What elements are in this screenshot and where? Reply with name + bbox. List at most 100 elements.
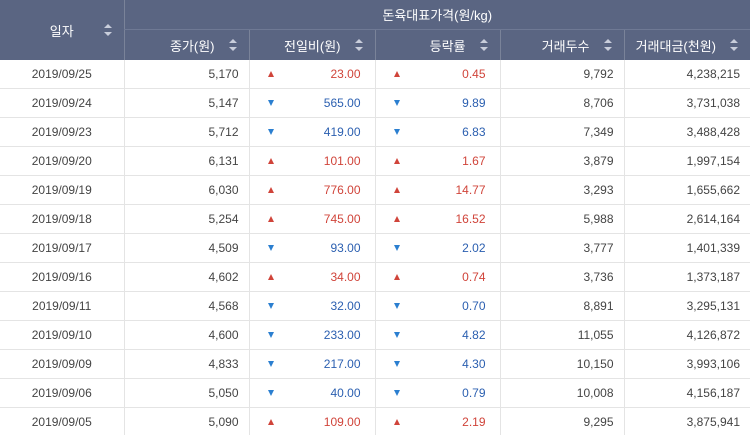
cell-amount: 2,614,164: [623, 204, 750, 234]
cell-diff: 233.00: [248, 320, 375, 350]
cell-rate: 16.52: [374, 204, 500, 234]
triangle-down-icon: [393, 100, 400, 106]
cell-date: 2019/09/05: [0, 407, 124, 435]
cell-rate: 2.19: [374, 407, 500, 435]
column-header-amount-label: 거래대금(천원): [635, 38, 716, 54]
cell-diff: 93.00: [248, 233, 375, 263]
sort-icon[interactable]: [730, 39, 738, 51]
cell-diff-value: 745.00: [323, 212, 361, 226]
cell-rate-value: 14.77: [455, 183, 486, 197]
cell-diff-value: 23.00: [330, 67, 361, 81]
cell-diff: 23.00: [248, 60, 375, 89]
cell-date: 2019/09/19: [0, 175, 124, 205]
sort-icon[interactable]: [354, 39, 363, 51]
cell-close: 6,030: [123, 175, 249, 205]
cell-volume: 9,295: [499, 407, 624, 435]
cell-close: 5,090: [123, 407, 249, 435]
cell-close: 5,050: [123, 378, 249, 408]
column-header-amount[interactable]: 거래대금(천원): [623, 29, 750, 60]
sort-icon[interactable]: [479, 39, 488, 51]
cell-volume: 9,792: [499, 60, 624, 89]
table-row: 2019/09/06 5,050 40.00 0.79 10,008 4,156,187: [0, 378, 750, 408]
column-header-close[interactable]: 종가(원): [123, 29, 249, 60]
cell-close: 4,600: [123, 320, 249, 350]
cell-rate: 14.77: [374, 175, 500, 205]
column-header-volume[interactable]: 거래두수: [499, 29, 624, 60]
cell-amount: 3,731,038: [623, 88, 750, 118]
cell-volume: 10,008: [499, 378, 624, 408]
table-row: 2019/09/19 6,030 776.00 14.77 3,293 1,655,662: [0, 175, 750, 205]
sort-icon[interactable]: [103, 24, 112, 36]
cell-date: 2019/09/18: [0, 204, 124, 234]
triangle-down-icon: [393, 332, 400, 338]
cell-amount: 3,295,131: [623, 291, 750, 321]
sort-icon[interactable]: [603, 39, 612, 51]
cell-date: 2019/09/17: [0, 233, 124, 263]
cell-volume: 8,891: [499, 291, 624, 321]
cell-rate: 0.45: [374, 60, 500, 89]
cell-amount: 1,997,154: [623, 146, 750, 176]
cell-diff: 565.00: [248, 88, 375, 118]
cell-rate: 0.70: [374, 291, 500, 321]
column-header-close-label: 종가(원): [169, 38, 215, 54]
cell-close: 4,509: [123, 233, 249, 263]
cell-diff: 101.00: [248, 146, 375, 176]
cell-close: 5,254: [123, 204, 249, 234]
cell-diff: 776.00: [248, 175, 375, 205]
triangle-down-icon: [267, 245, 274, 251]
cell-diff-value: 34.00: [330, 270, 361, 284]
cell-rate-value: 0.45: [462, 67, 486, 81]
price-table-container: 일자 돈육대표가격(원/kg) 종가(원) 전일비(원) 등락률 거래두수 거래…: [0, 0, 750, 435]
table-row: 2019/09/24 5,147 565.00 9.89 8,706 3,731,038: [0, 88, 750, 118]
table-row: 2019/09/16 4,602 34.00 0.74 3,736 1,373,187: [0, 262, 750, 292]
triangle-down-icon: [267, 129, 274, 135]
cell-rate-value: 0.79: [462, 386, 486, 400]
triangle-up-icon: [267, 158, 274, 164]
table-row: 2019/09/25 5,170 23.00 0.45 9,792 4,238,215: [0, 60, 750, 89]
cell-diff-value: 101.00: [323, 154, 361, 168]
cell-close: 5,170: [123, 60, 249, 89]
cell-amount: 3,488,428: [623, 117, 750, 147]
cell-diff: 419.00: [248, 117, 375, 147]
column-header-volume-label: 거래두수: [541, 38, 590, 54]
cell-date: 2019/09/06: [0, 378, 124, 408]
cell-amount: 4,126,872: [623, 320, 750, 350]
triangle-down-icon: [267, 332, 274, 338]
cell-diff-value: 109.00: [323, 415, 361, 429]
cell-rate-value: 2.19: [462, 415, 486, 429]
cell-date: 2019/09/25: [0, 60, 124, 89]
cell-diff-value: 419.00: [323, 125, 361, 139]
pork-price-table: 일자 돈육대표가격(원/kg) 종가(원) 전일비(원) 등락률 거래두수 거래…: [0, 0, 750, 435]
triangle-up-icon: [267, 419, 274, 425]
triangle-up-icon: [393, 274, 400, 280]
table-header: 일자 돈육대표가격(원/kg) 종가(원) 전일비(원) 등락률 거래두수 거래…: [0, 0, 750, 60]
cell-diff: 40.00: [248, 378, 375, 408]
triangle-up-icon: [267, 216, 274, 222]
cell-diff-value: 32.00: [330, 299, 361, 313]
cell-amount: 3,993,106: [623, 349, 750, 379]
cell-date: 2019/09/20: [0, 146, 124, 176]
cell-rate-value: 6.83: [462, 125, 486, 139]
column-header-date[interactable]: 일자: [0, 0, 124, 60]
cell-rate-value: 2.02: [462, 241, 486, 255]
table-row: 2019/09/09 4,833 217.00 4.30 10,150 3,993,106: [0, 349, 750, 379]
cell-close: 5,147: [123, 88, 249, 118]
table-row: 2019/09/20 6,131 101.00 1.67 3,879 1,997,154: [0, 146, 750, 176]
cell-diff-value: 776.00: [323, 183, 361, 197]
cell-volume: 3,293: [499, 175, 624, 205]
triangle-up-icon: [267, 187, 274, 193]
cell-diff: 217.00: [248, 349, 375, 379]
group-header-title: 돈육대표가격(원/kg): [123, 0, 750, 30]
cell-close: 5,712: [123, 117, 249, 147]
cell-rate-value: 1.67: [462, 154, 486, 168]
sort-icon[interactable]: [228, 39, 237, 51]
cell-rate: 0.74: [374, 262, 500, 292]
column-header-diff-label: 전일비(원): [284, 38, 341, 54]
table-row: 2019/09/05 5,090 109.00 2.19 9,295 3,875,941: [0, 407, 750, 435]
column-header-diff[interactable]: 전일비(원): [248, 29, 375, 60]
triangle-down-icon: [393, 303, 400, 309]
cell-rate: 4.30: [374, 349, 500, 379]
table-row: 2019/09/17 4,509 93.00 2.02 3,777 1,401,339: [0, 233, 750, 263]
column-header-rate[interactable]: 등락률: [374, 29, 500, 60]
cell-volume: 8,706: [499, 88, 624, 118]
